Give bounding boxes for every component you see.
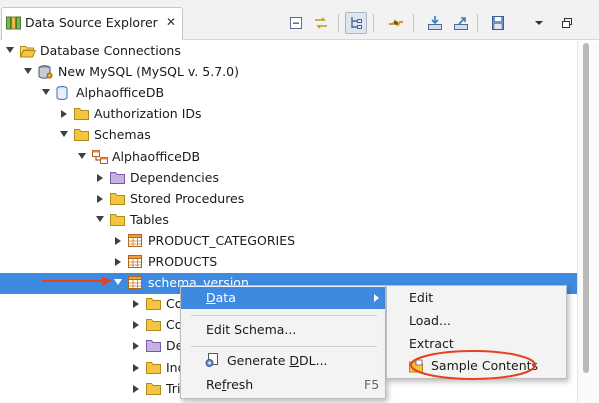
collapse-arrow-icon[interactable] <box>60 131 68 138</box>
tree-item[interactable]: Stored Procedures <box>0 189 577 210</box>
collapse-arrow-icon[interactable] <box>6 47 14 53</box>
expand-arrow-icon[interactable] <box>133 363 139 372</box>
collapse-arrow-icon[interactable] <box>78 152 86 159</box>
close-icon[interactable]: ✕ <box>166 15 176 29</box>
collapse-all-icon[interactable] <box>285 12 307 34</box>
folder-icon <box>146 318 161 332</box>
submenu-item-load-label: Load... <box>409 313 451 328</box>
database-connection-icon <box>38 65 53 79</box>
folder-icon <box>146 382 161 396</box>
refresh-shortcut: F5 <box>364 377 380 392</box>
tree-item[interactable]: PRODUCTS <box>0 252 577 273</box>
link-with-editor-icon[interactable] <box>310 12 332 34</box>
tree-item-label: New MySQL (MySQL v. 5.7.0) <box>58 64 239 80</box>
submenu-item-sample-contents[interactable]: Sample Contents <box>387 355 566 377</box>
purple-folder-icon <box>146 339 161 353</box>
export-icon[interactable] <box>450 12 472 34</box>
collapse-arrow-icon[interactable] <box>114 279 122 286</box>
tree-item[interactable]: New MySQL (MySQL v. 5.7.0) <box>0 62 577 83</box>
folder-icon <box>146 297 161 311</box>
expand-arrow-icon[interactable] <box>61 110 67 119</box>
expand-arrow-icon[interactable] <box>133 321 139 330</box>
menu-item-generate-ddl-label: Generate DDL... <box>227 353 328 368</box>
table-icon <box>128 276 143 290</box>
context-menu: Data Edit Schema... Generate DDL... Refr… <box>180 285 386 399</box>
tree-item[interactable]: Tables <box>0 210 577 231</box>
submenu-item-sample-contents-label: Sample Contents <box>431 358 539 373</box>
table-icon <box>128 255 143 269</box>
expand-arrow-icon[interactable] <box>115 258 121 266</box>
data-source-explorer-icon <box>6 16 22 30</box>
folder-icon <box>74 107 89 121</box>
collapse-arrow-icon[interactable] <box>42 89 50 96</box>
expand-arrow-icon[interactable] <box>133 342 139 351</box>
schema-icon <box>92 149 108 164</box>
submenu-arrow-icon <box>374 294 379 302</box>
tree-item-label: Tri <box>166 380 181 396</box>
tree-item-label: PRODUCTS <box>148 254 218 269</box>
menu-item-refresh[interactable]: Refresh F5 <box>181 374 385 396</box>
maximize-icon[interactable] <box>556 12 578 34</box>
view-title: Data Source Explorer <box>25 15 158 30</box>
generate-ddl-icon <box>205 353 219 368</box>
menu-item-generate-ddl[interactable]: Generate DDL... <box>181 350 385 372</box>
tree-item[interactable]: Schemas <box>0 125 577 146</box>
submenu-item-load[interactable]: Load... <box>387 310 566 332</box>
expand-arrow-icon[interactable] <box>115 236 121 245</box>
tree-item-label: PRODUCT_CATEGORIES <box>148 232 296 248</box>
submenu-item-edit[interactable]: Edit <box>387 287 566 309</box>
view-tab-bar: Data Source Explorer ✕ <box>0 0 599 40</box>
tree-item-label: Database Connections <box>40 43 181 58</box>
vertical-scrollbar[interactable] <box>577 41 599 403</box>
tree-item-label: Tables <box>130 211 169 227</box>
folder-icon <box>74 128 89 142</box>
save-icon[interactable] <box>487 12 509 34</box>
menu-item-edit-schema[interactable]: Edit Schema... <box>181 319 385 341</box>
menu-item-data[interactable]: Data <box>181 287 385 309</box>
tree-item[interactable]: AlphaofficeDB <box>0 83 577 104</box>
folder-icon <box>110 213 125 227</box>
menu-item-edit-schema-label: Edit Schema... <box>206 322 297 337</box>
tree-item-label: Dependencies <box>130 169 219 185</box>
expand-arrow-icon[interactable] <box>97 173 103 182</box>
database-icon <box>56 86 71 101</box>
tree-item[interactable]: AlphaofficeDB <box>0 147 577 168</box>
expand-arrow-icon[interactable] <box>133 384 139 393</box>
menu-item-refresh-label: Refresh <box>206 377 254 392</box>
view-menu-icon[interactable] <box>528 12 550 34</box>
data-submenu: Edit Load... Extract Sample Contents <box>386 285 567 379</box>
table-icon <box>128 233 143 248</box>
tree-item[interactable]: PRODUCT_CATEGORIES <box>0 231 577 252</box>
tree-item[interactable]: Dependencies <box>0 168 577 189</box>
submenu-item-extract-label: Extract <box>409 336 454 351</box>
collapse-arrow-icon[interactable] <box>96 215 104 222</box>
submenu-item-edit-label: Edit <box>409 290 434 305</box>
expand-arrow-icon[interactable] <box>97 194 103 203</box>
menu-item-data-label: Data <box>206 290 236 305</box>
tree-item[interactable]: Authorization IDs <box>0 104 577 125</box>
folder-icon <box>146 361 161 375</box>
scroll-thumb[interactable] <box>583 43 589 373</box>
sample-contents-icon <box>409 359 423 373</box>
tree-layout-icon[interactable] <box>345 12 367 34</box>
tree-item-label: Authorization IDs <box>94 106 202 122</box>
import-icon[interactable] <box>424 12 446 34</box>
connect-icon[interactable] <box>385 12 407 34</box>
tree-item[interactable]: Database Connections <box>0 41 577 62</box>
tree-item-label: AlphaofficeDB <box>76 85 165 101</box>
folder-icon <box>110 192 125 206</box>
expand-arrow-icon[interactable] <box>133 300 139 309</box>
purple-folder-icon <box>110 171 125 185</box>
data-source-explorer-tab[interactable]: Data Source Explorer ✕ <box>1 7 183 40</box>
collapse-arrow-icon[interactable] <box>24 68 32 75</box>
tree-item-label: Schemas <box>94 127 151 143</box>
submenu-item-extract[interactable]: Extract <box>387 333 566 355</box>
tree-item-label: Stored Procedures <box>130 190 245 206</box>
tree-item-label: AlphaofficeDB <box>112 148 201 164</box>
open-folder-icon <box>19 44 37 58</box>
